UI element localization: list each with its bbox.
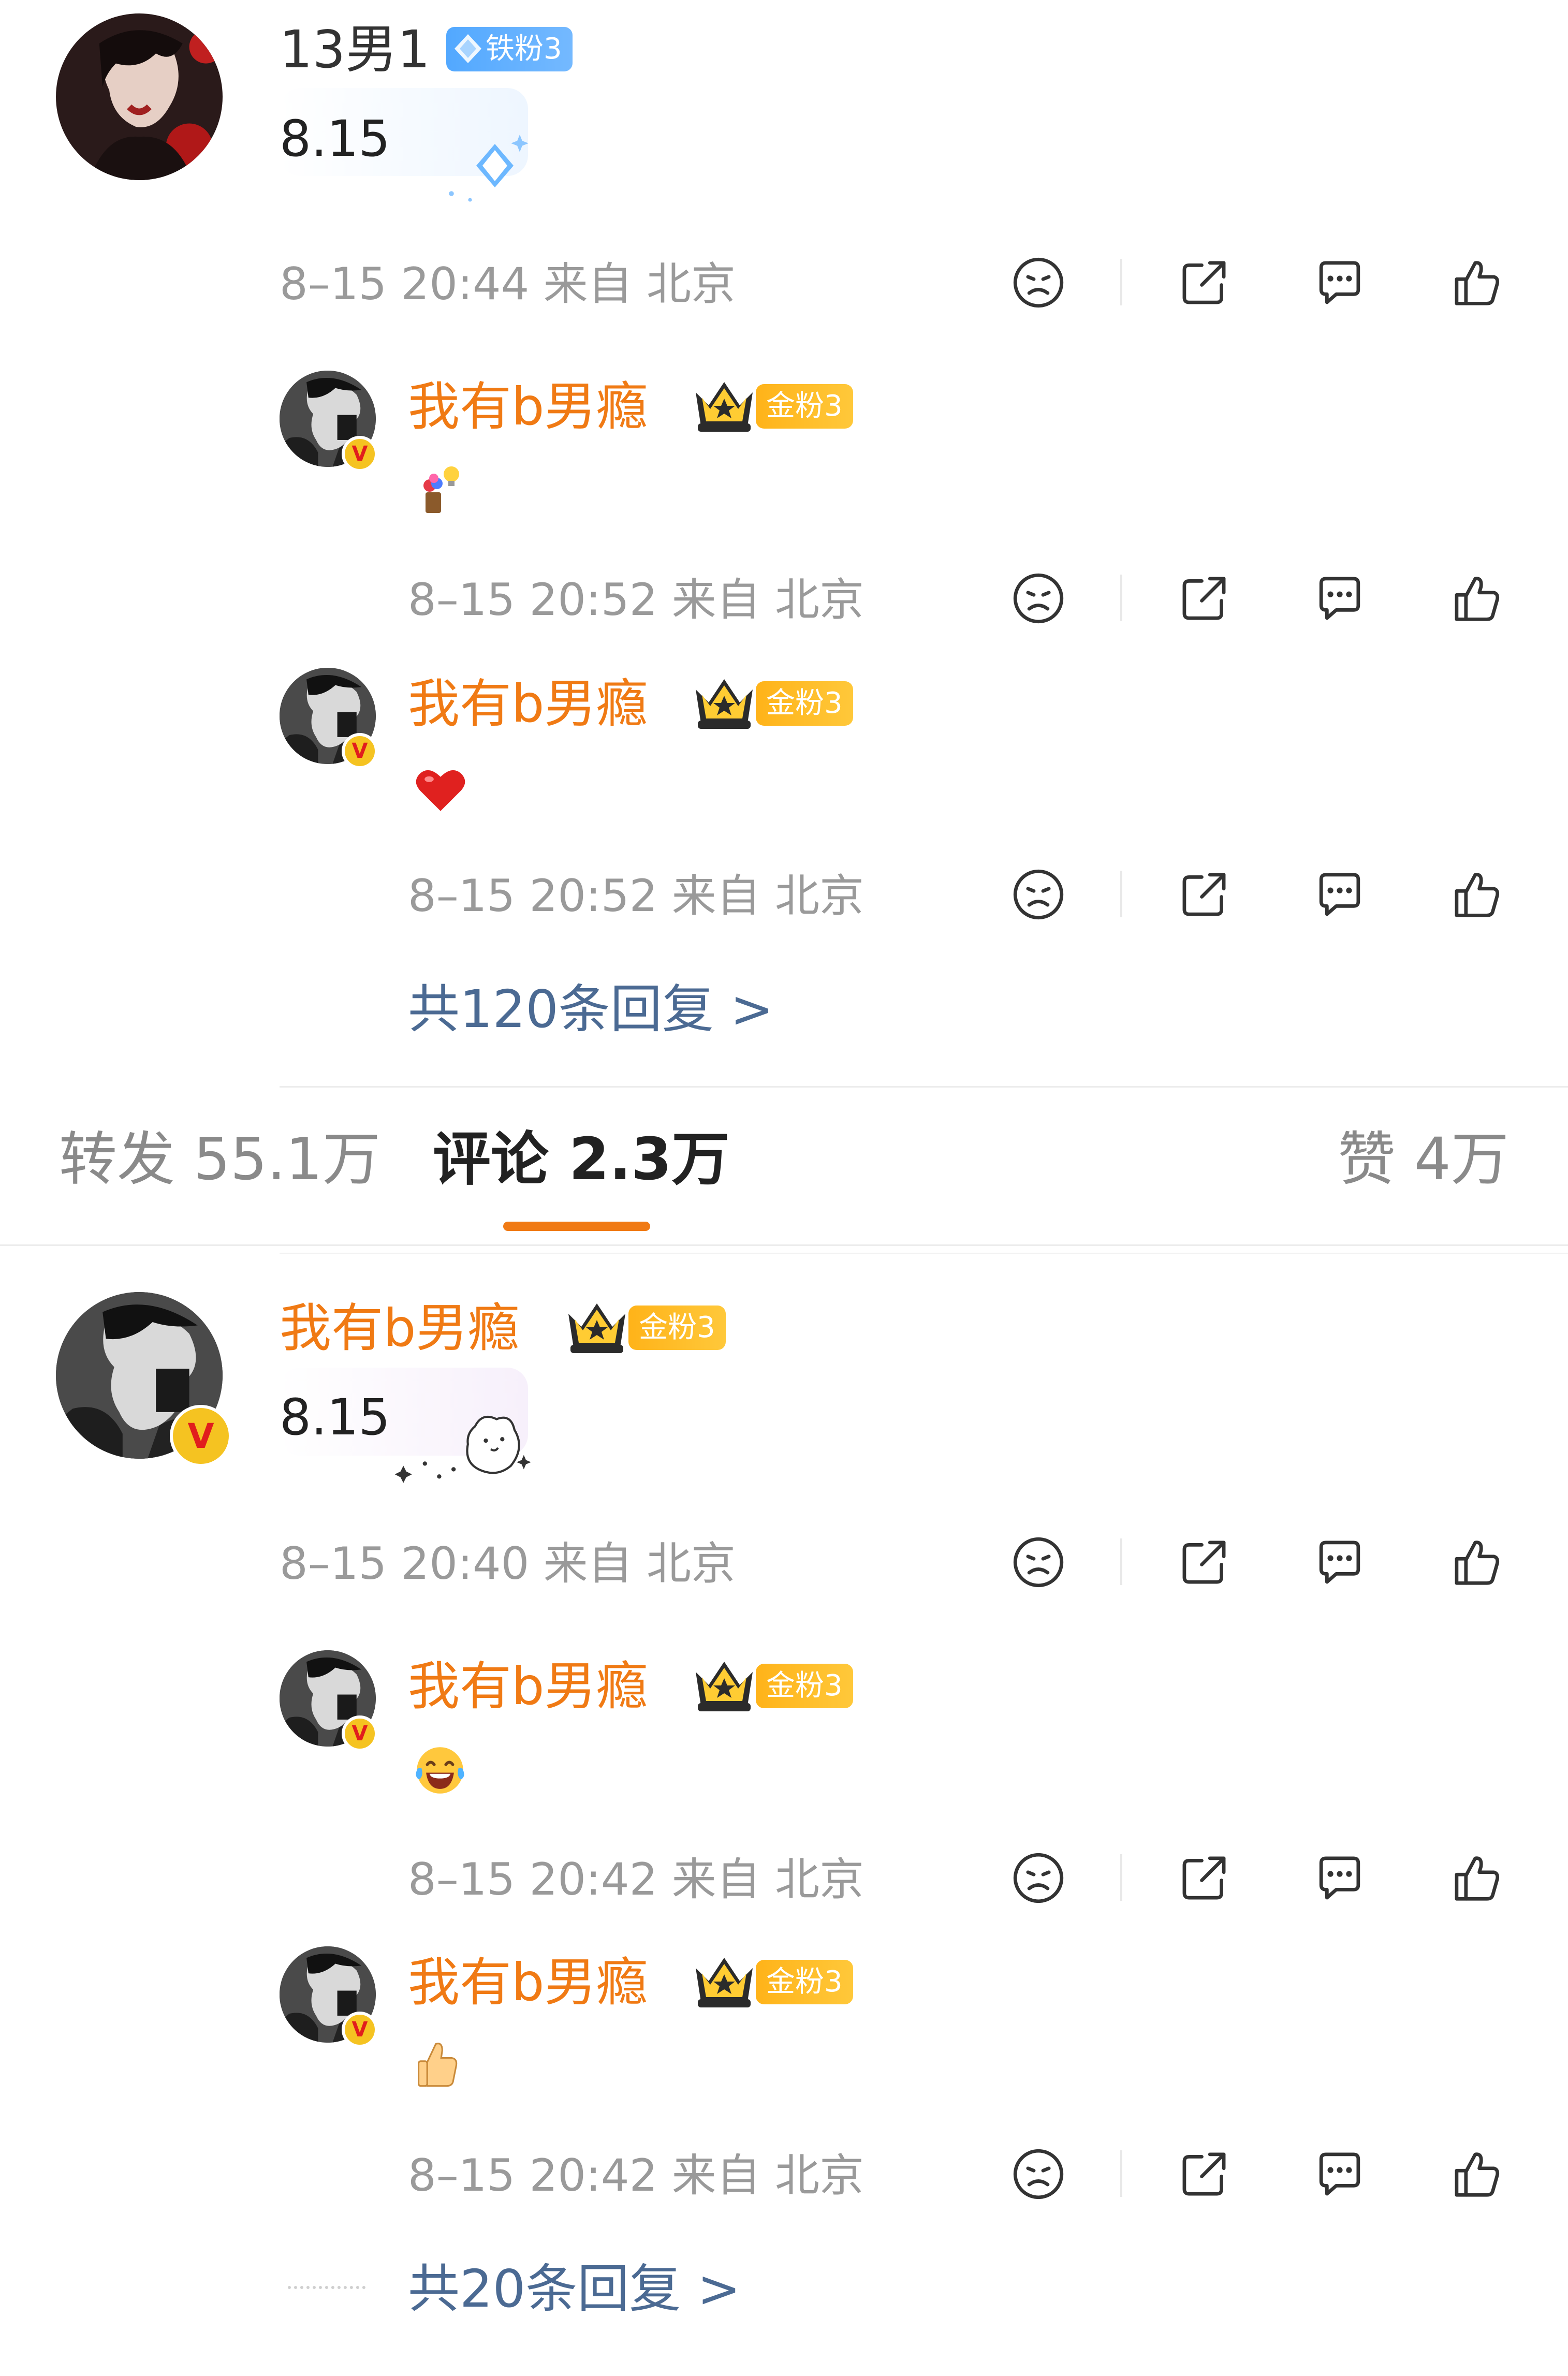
dislike-icon[interactable] xyxy=(1009,1849,1067,1907)
comment-text: 8.15 xyxy=(280,110,390,168)
comment-icon[interactable] xyxy=(1311,866,1369,923)
fan-badge: 金粉3 xyxy=(756,384,853,429)
flower-bulb-emoji xyxy=(423,466,459,513)
like-icon[interactable] xyxy=(1447,2145,1505,2203)
divider xyxy=(1120,2150,1122,2197)
divider xyxy=(1120,1538,1122,1585)
divider xyxy=(1120,259,1122,305)
crown-icon xyxy=(691,377,758,434)
more-replies-link[interactable]: 共20条回复 > xyxy=(408,2263,741,2315)
reply-meta: 8–15 20:52 来自 北京 xyxy=(408,870,864,922)
like-icon[interactable] xyxy=(1447,1533,1505,1591)
crown-icon xyxy=(691,1953,758,2010)
share-icon[interactable] xyxy=(1175,569,1233,627)
like-icon[interactable] xyxy=(1447,866,1505,923)
fan-badge: 铁粉3 xyxy=(446,27,573,71)
share-icon[interactable] xyxy=(1175,1533,1233,1591)
dislike-icon[interactable] xyxy=(1009,254,1067,312)
verified-icon: V xyxy=(342,1715,378,1752)
verified-icon: V xyxy=(342,436,378,472)
divider xyxy=(280,1086,1568,1088)
diamond-icon xyxy=(455,34,481,63)
red-heart-emoji xyxy=(416,770,465,811)
share-icon[interactable] xyxy=(1175,254,1233,312)
thumbs-up-emoji xyxy=(418,2043,458,2087)
divider xyxy=(1120,1854,1122,1901)
tab-likes[interactable]: 赞 4万 xyxy=(1338,1131,1509,1189)
reply-author-name[interactable]: 我有b男瘾 xyxy=(408,1661,648,1712)
user-avatar[interactable] xyxy=(56,13,223,180)
dislike-icon[interactable] xyxy=(1009,2145,1067,2203)
reply-meta: 8–15 20:52 来自 北京 xyxy=(408,574,864,626)
verified-icon: V xyxy=(342,2012,378,2048)
share-icon[interactable] xyxy=(1175,2145,1233,2203)
fan-badge-label: 金粉3 xyxy=(639,1311,715,1344)
comment-icon[interactable] xyxy=(1311,1533,1369,1591)
dislike-icon[interactable] xyxy=(1009,866,1067,923)
like-icon[interactable] xyxy=(1447,254,1505,312)
bear-sticker-icon xyxy=(394,1415,531,1483)
crown-icon xyxy=(691,1656,758,1713)
fan-badge: 金粉3 xyxy=(628,1306,726,1350)
crown-icon xyxy=(691,674,758,731)
dislike-icon[interactable] xyxy=(1009,1533,1067,1591)
reply-meta: 8–15 20:42 来自 北京 xyxy=(408,1854,864,1905)
fan-badge: 金粉3 xyxy=(756,1960,853,2004)
laughing-tears-emoji xyxy=(416,1747,464,1794)
share-icon[interactable] xyxy=(1175,1849,1233,1907)
comment-author-name[interactable]: 13男1 xyxy=(280,24,430,76)
divider xyxy=(280,1253,1568,1254)
reply-author-name[interactable]: 我有b男瘾 xyxy=(408,678,648,730)
reply-meta: 8–15 20:42 来自 北京 xyxy=(408,2150,864,2202)
comment-author-name[interactable]: 我有b男瘾 xyxy=(280,1302,519,1354)
tab-comments[interactable]: 评论 2.3万 xyxy=(433,1131,729,1189)
comment-icon[interactable] xyxy=(1311,569,1369,627)
reply-author-name[interactable]: 我有b男瘾 xyxy=(408,381,648,433)
diamond-sticker-icon xyxy=(449,135,529,202)
comment-meta: 8–15 20:44 来自 北京 xyxy=(280,258,736,310)
divider xyxy=(1120,871,1122,917)
dislike-icon[interactable] xyxy=(1009,569,1067,627)
fan-badge-label: 金粉3 xyxy=(766,1965,843,1999)
active-tab-indicator xyxy=(503,1222,650,1231)
comment-icon[interactable] xyxy=(1311,2145,1369,2203)
comment-meta: 8–15 20:40 来自 北京 xyxy=(280,1538,736,1590)
more-replies-link[interactable]: 共120条回复 > xyxy=(408,984,773,1035)
like-icon[interactable] xyxy=(1447,1849,1505,1907)
fan-badge: 金粉3 xyxy=(756,681,853,726)
reply-author-name[interactable]: 我有b男瘾 xyxy=(408,1957,648,2008)
fan-badge-label: 金粉3 xyxy=(766,389,843,423)
fan-badge-label: 金粉3 xyxy=(766,686,843,720)
verified-icon: V xyxy=(170,1405,232,1467)
fan-badge-label: 金粉3 xyxy=(766,1669,843,1703)
verified-icon: V xyxy=(342,733,378,769)
share-icon[interactable] xyxy=(1175,866,1233,923)
fan-badge-label: 铁粉3 xyxy=(486,32,562,66)
divider xyxy=(0,1244,1568,1246)
divider xyxy=(1120,575,1122,621)
fan-badge: 金粉3 xyxy=(756,1664,853,1708)
comment-icon[interactable] xyxy=(1311,254,1369,312)
crown-icon xyxy=(563,1298,631,1355)
tab-repost[interactable]: 转发 55.1万 xyxy=(59,1131,380,1189)
comment-icon[interactable] xyxy=(1311,1849,1369,1907)
dotted-leader xyxy=(288,2286,365,2289)
like-icon[interactable] xyxy=(1447,569,1505,627)
